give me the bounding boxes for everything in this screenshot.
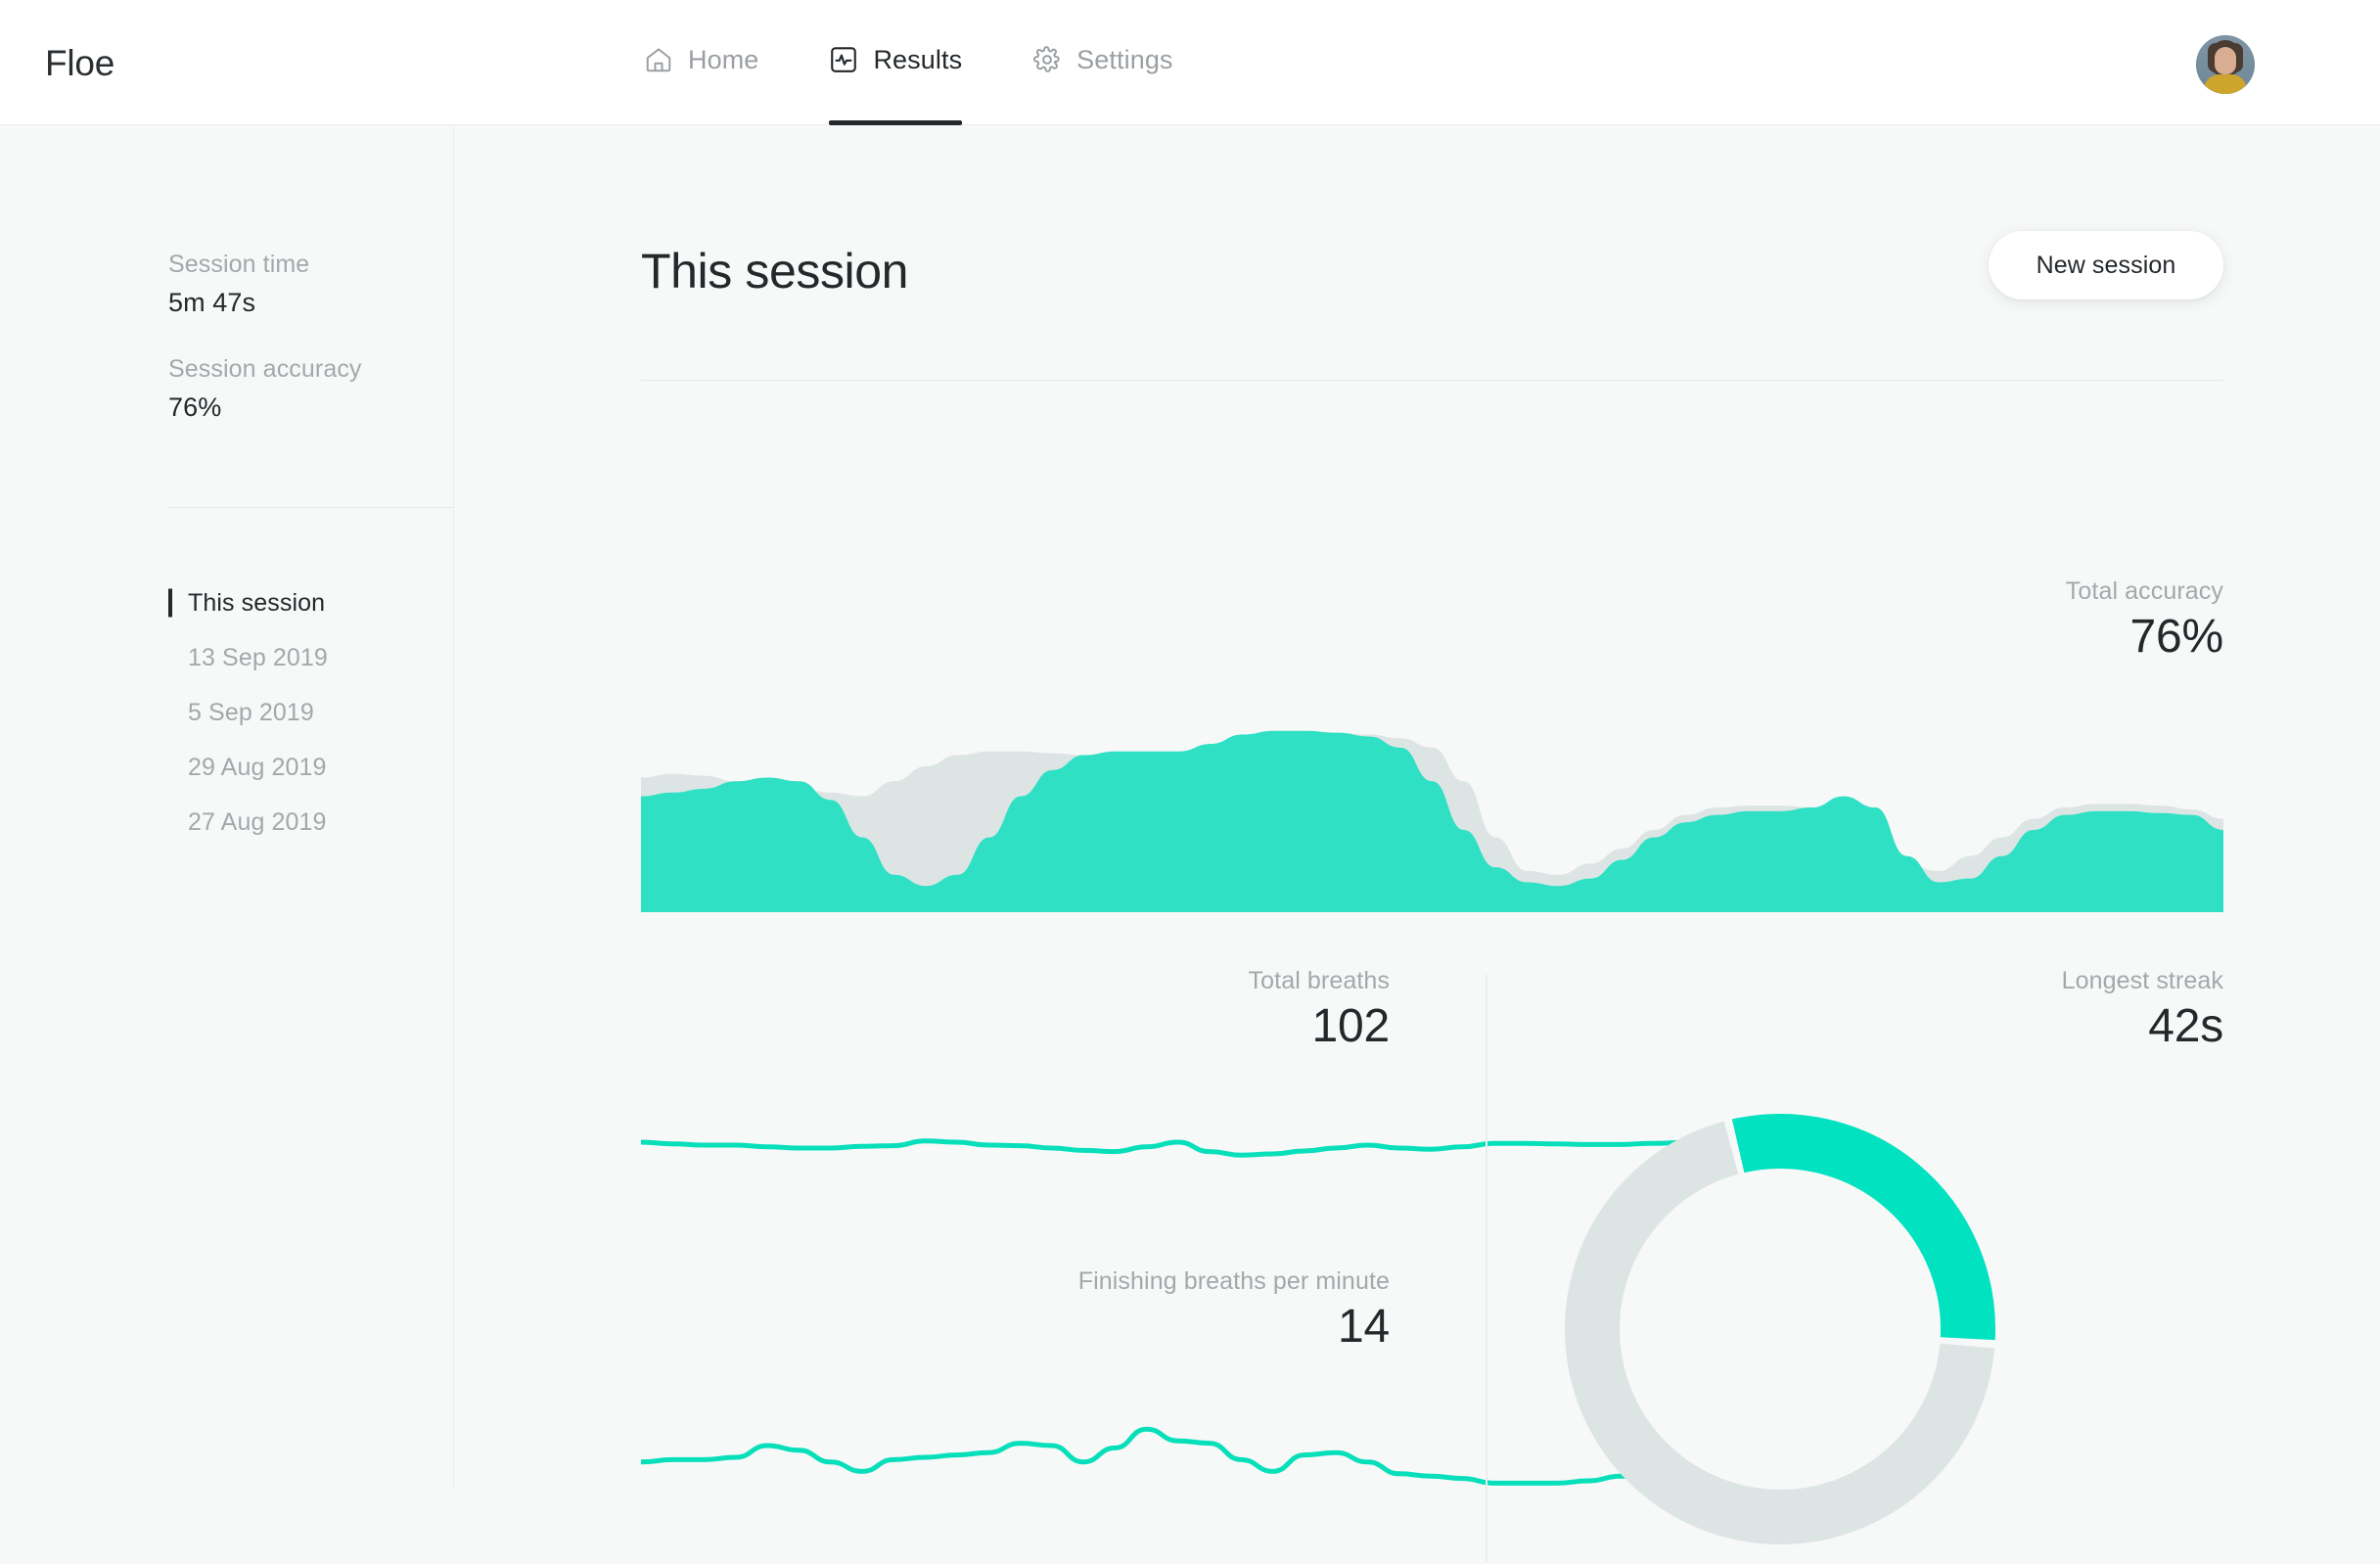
app-brand: Floe [45, 43, 115, 83]
gear-icon [1032, 45, 1062, 74]
sidebar: Session time 5m 47s Session accuracy 76%… [0, 125, 454, 1488]
finishing-bpm-line-chart [641, 1426, 1694, 1491]
metric-label: Finishing breaths per minute [1077, 1267, 1390, 1295]
session-time-label: Session time [168, 251, 310, 278]
metric-value: 42s [2148, 1000, 2223, 1052]
nav-item-home[interactable]: Home [626, 0, 776, 125]
session-list-item-label: 27 Aug 2019 [188, 807, 327, 836]
session-accuracy-label: Session accuracy [168, 355, 362, 383]
avatar-body [2204, 74, 2247, 94]
metric-total-accuracy: Total accuracy 76% [2066, 577, 2223, 664]
session-accuracy-stat: Session accuracy 76% [168, 355, 362, 423]
total-breaths-line-chart [641, 1138, 1694, 1158]
metric-value: 76% [2129, 611, 2224, 663]
avatar[interactable] [2196, 35, 2255, 94]
metric-label: Total breaths [1248, 967, 1390, 994]
home-icon [644, 45, 673, 74]
top-bar: Floe Home Results Settings [0, 0, 2380, 125]
metric-total-breaths: Total breaths 102 [1248, 967, 1391, 1053]
session-list-item-label: 5 Sep 2019 [188, 698, 314, 726]
metric-label: Longest streak [2061, 967, 2223, 994]
metric-value: 14 [1338, 1301, 1390, 1353]
nav-label-home: Home [688, 44, 759, 74]
panel-divider [1486, 975, 1488, 1562]
avatar-face [2215, 47, 2236, 74]
line-series-breaths [641, 1138, 1694, 1158]
page-title: This session [641, 244, 909, 299]
session-accuracy-value: 76% [168, 392, 222, 422]
session-list-item-current[interactable]: This session [168, 575, 452, 630]
session-list-item[interactable]: 13 Sep 2019 [168, 630, 452, 685]
line-series-bpm [641, 1426, 1694, 1491]
session-time-value: 5m 47s [168, 288, 256, 317]
nav-item-results[interactable]: Results [811, 0, 980, 125]
longest-streak-donut-chart [1565, 1114, 1995, 1544]
session-accuracy-area-chart [641, 730, 2223, 912]
session-time-stat: Session time 5m 47s [168, 251, 309, 318]
donut-slice-streak [1731, 1114, 1995, 1341]
main-content: This session New session Total accuracy … [455, 125, 2380, 1562]
nav-label-results: Results [873, 44, 963, 74]
session-list-item-label: 13 Sep 2019 [188, 643, 328, 671]
nav-label-settings: Settings [1076, 44, 1173, 74]
new-session-button[interactable]: New session [1989, 231, 2223, 299]
metric-value: 102 [1311, 1000, 1391, 1052]
main-navigation: Home Results Settings [626, 0, 1191, 125]
metric-label: Total accuracy [2065, 577, 2223, 605]
session-list: This session 13 Sep 2019 5 Sep 2019 29 A… [168, 575, 452, 850]
metric-finishing-breaths-per-minute: Finishing breaths per minute 14 [1078, 1267, 1390, 1354]
session-list-item-label: 29 Aug 2019 [188, 753, 327, 781]
session-list-item[interactable]: 29 Aug 2019 [168, 740, 452, 795]
pulse-icon [829, 45, 858, 74]
session-list-item-label: This session [188, 588, 326, 617]
sidebar-divider [168, 507, 452, 508]
content-divider [641, 380, 2223, 381]
session-list-item[interactable]: 5 Sep 2019 [168, 685, 452, 740]
nav-item-settings[interactable]: Settings [1015, 0, 1190, 125]
metric-longest-streak: Longest streak 42s [2061, 967, 2224, 1053]
session-list-item[interactable]: 27 Aug 2019 [168, 795, 452, 850]
